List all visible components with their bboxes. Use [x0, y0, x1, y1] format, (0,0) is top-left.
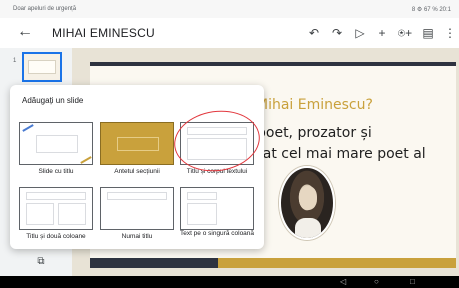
layout-title-only[interactable]: [100, 187, 174, 230]
slide-title: Mihai Eminescu?: [256, 97, 373, 113]
portrait-image: [279, 166, 335, 240]
comment-icon[interactable]: ▤: [420, 25, 436, 41]
status-right-text: 8 ⚙ 67 % 20:1: [411, 7, 451, 13]
slide-thumbnail-1[interactable]: [22, 52, 62, 82]
layout-section-header[interactable]: [100, 122, 174, 165]
undo-icon[interactable]: ↶: [306, 25, 322, 41]
layout-label: Antetul secțiunii: [114, 168, 160, 175]
play-icon[interactable]: ▷: [352, 25, 368, 41]
document-title: MIHAI EMINESCU: [52, 26, 155, 40]
add-icon[interactable]: +: [374, 25, 390, 41]
layout-label: Numai titlu: [121, 233, 153, 240]
panel-heading: Adăugați un slide: [22, 96, 84, 105]
more-icon[interactable]: ⋮: [442, 25, 458, 41]
nav-home-icon[interactable]: ○: [374, 277, 379, 286]
redo-icon[interactable]: ↷: [329, 25, 345, 41]
status-bar: Doar apeluri de urgență 8 ⚙ 67 % 20:1: [0, 0, 459, 18]
layout-label: Slide cu titlu: [38, 168, 74, 175]
status-left-text: Doar apeluri de urgență: [13, 6, 77, 12]
system-nav-bar: ◁ ○ □: [0, 276, 459, 288]
slide-number: 1: [13, 58, 17, 64]
slide-decoration: [90, 258, 456, 268]
slide-text-line: poet, prozator și: [257, 125, 372, 141]
layout-label: Titlu și două coloane: [26, 233, 86, 240]
app-bar: ← MIHAI EMINESCU ↶ ↷ ▷ + ⍟+ ▤ ⋮: [0, 18, 459, 48]
slide-text-line: rat cel mai mare poet al: [257, 146, 426, 162]
layout-title-two-columns[interactable]: [19, 187, 93, 230]
layout-title-slide[interactable]: [19, 122, 93, 165]
nav-back-icon[interactable]: ◁: [340, 277, 346, 286]
nav-recent-icon[interactable]: □: [410, 277, 415, 286]
share-icon[interactable]: ⍟+: [396, 25, 414, 41]
add-slide-icon[interactable]: ⧉: [34, 256, 48, 268]
layout-label: Text pe o singură coloană: [179, 230, 255, 237]
arrow-left-icon[interactable]: ←: [16, 23, 34, 41]
layout-one-column-text[interactable]: [180, 187, 254, 230]
